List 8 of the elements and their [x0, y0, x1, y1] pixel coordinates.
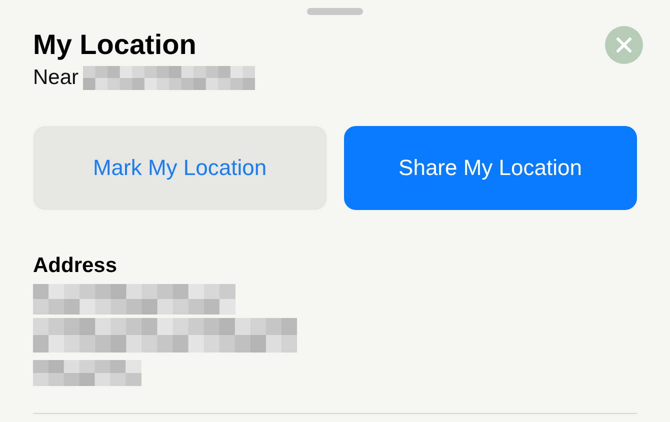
- subtitle: Near: [33, 66, 79, 90]
- close-button[interactable]: [605, 26, 643, 64]
- mark-location-button[interactable]: Mark My Location: [33, 126, 326, 210]
- share-location-button[interactable]: Share My Location: [344, 126, 637, 210]
- sheet-title: My Location: [33, 28, 198, 62]
- close-icon: [616, 37, 632, 53]
- drag-handle[interactable]: [307, 8, 363, 15]
- section-heading: Address: [33, 254, 118, 278]
